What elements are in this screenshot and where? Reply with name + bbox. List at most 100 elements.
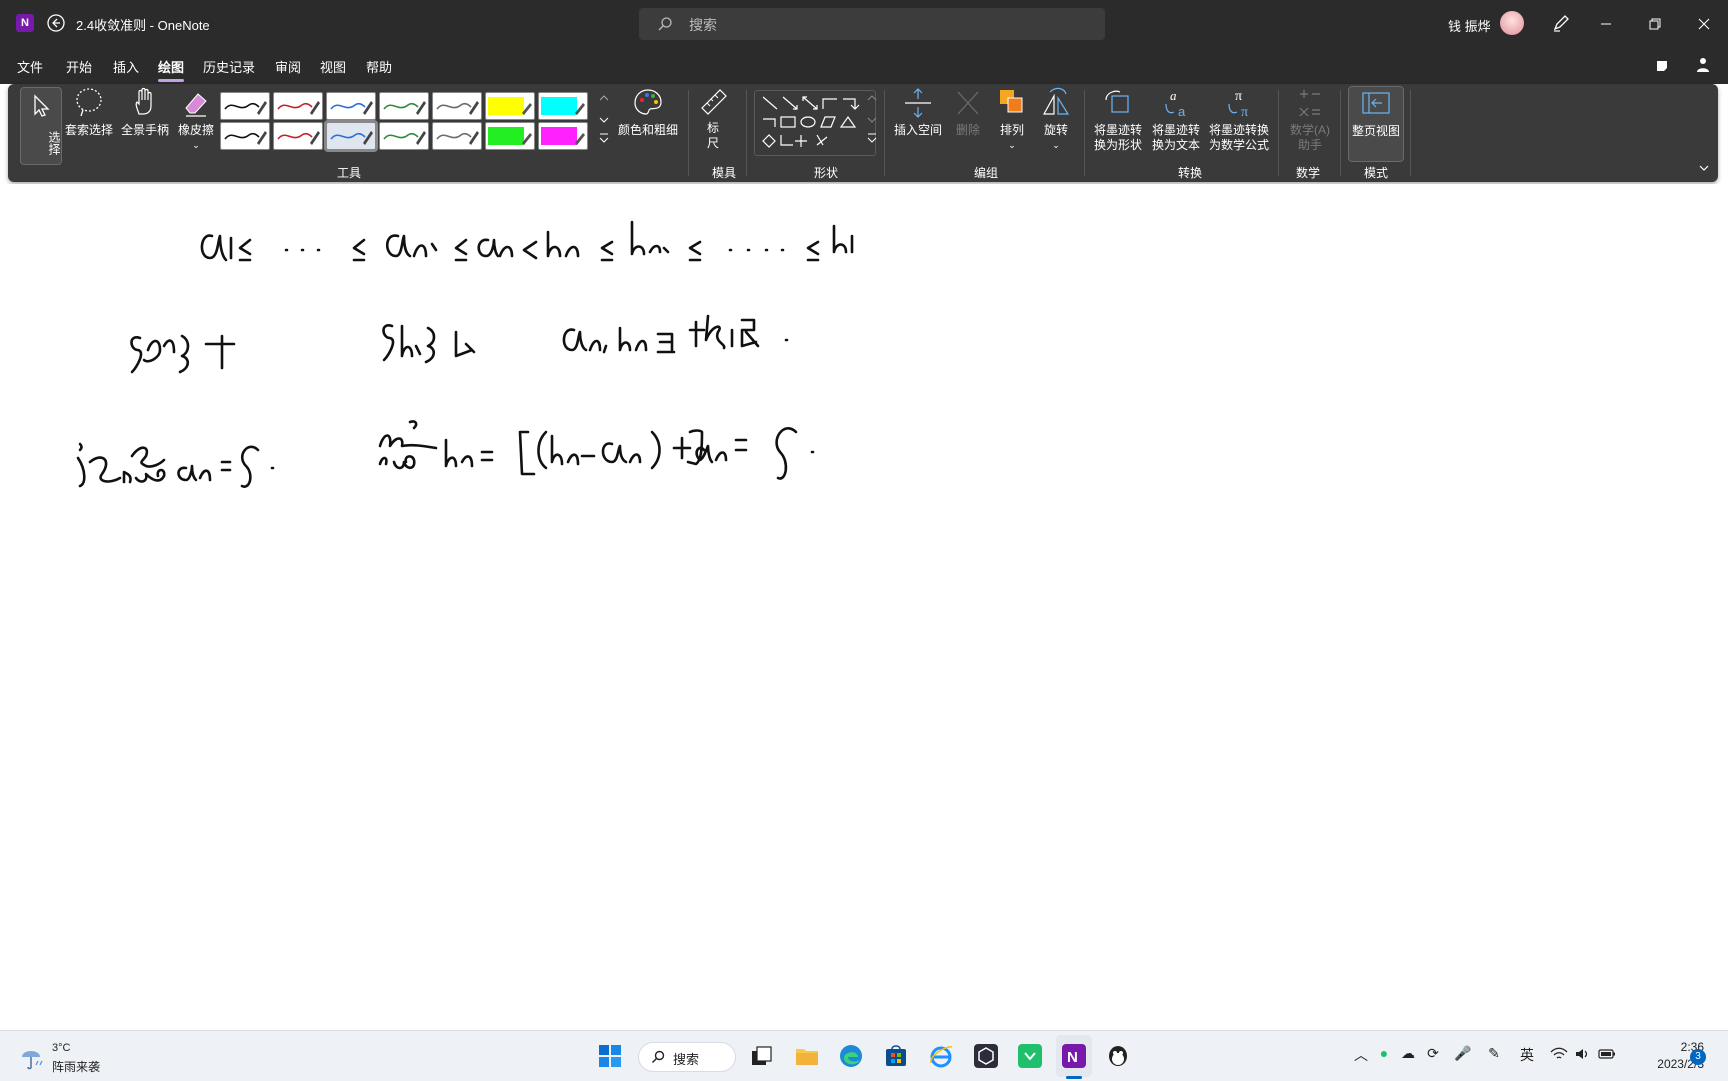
ink-stroke	[382, 324, 395, 362]
show-hidden-icons[interactable]: ︿	[1352, 1045, 1370, 1063]
battery-icon[interactable]	[1598, 1047, 1616, 1061]
search-box[interactable]	[639, 8, 1105, 42]
pen-swatch[interactable]	[485, 92, 535, 120]
microphone-icon[interactable]: 🎤	[1454, 1045, 1472, 1063]
taskbar-search[interactable]: 搜索	[639, 1043, 735, 1071]
ink-stroke	[480, 450, 494, 462]
menu-history[interactable]: 历史记录	[203, 57, 255, 76]
rotate-dropdown-icon[interactable]: ⌄	[1038, 138, 1074, 153]
ink-stroke	[656, 332, 676, 354]
chat-app-icon[interactable]	[1017, 1043, 1043, 1069]
restore-button[interactable]	[1631, 0, 1679, 48]
arrange-button[interactable]: 排列 ⌄	[994, 86, 1030, 153]
onenote-taskbar-icon[interactable]: N	[1061, 1043, 1087, 1069]
file-explorer-icon[interactable]	[794, 1043, 820, 1069]
pen-swatch[interactable]	[220, 92, 270, 120]
select-button[interactable]: 选择	[20, 87, 62, 165]
ink-to-math-icon: π π	[1228, 89, 1248, 120]
wifi-icon[interactable]	[1550, 1046, 1568, 1062]
wechat-tray-icon[interactable]: ●	[1375, 1045, 1393, 1063]
group-mode-label: 模式	[1364, 166, 1389, 180]
menu-file[interactable]: 文件	[17, 57, 43, 76]
weather-rain-icon[interactable]	[18, 1043, 46, 1071]
menu-help[interactable]: 帮助	[366, 57, 392, 76]
shapes-gallery-scroll[interactable]	[865, 90, 879, 150]
arrange-dropdown-icon[interactable]: ⌄	[994, 138, 1030, 153]
ink-stroke	[454, 330, 476, 358]
pen-gallery-scroll[interactable]	[597, 90, 611, 150]
ie-browser-icon[interactable]	[928, 1043, 954, 1069]
pen-swatch[interactable]	[273, 122, 323, 150]
menu-review[interactable]: 审阅	[275, 57, 301, 76]
ink-stroke	[424, 326, 436, 364]
menu-draw[interactable]: 绘图	[158, 57, 185, 82]
ruler-label: 标尺	[706, 121, 719, 150]
ink-stroke	[412, 242, 438, 258]
back-icon[interactable]	[46, 13, 66, 33]
volume-icon[interactable]	[1574, 1046, 1590, 1062]
qq-app-icon[interactable]	[1105, 1043, 1131, 1069]
pen-swatch[interactable]	[432, 122, 482, 150]
share-icon[interactable]	[1694, 56, 1712, 74]
unity-app-icon[interactable]	[973, 1043, 999, 1069]
ink-stroke	[220, 460, 232, 472]
insert-space-button[interactable]: 插入空间	[892, 86, 944, 138]
pen-swatch[interactable]	[379, 92, 429, 120]
menu-view[interactable]: 视图	[320, 57, 346, 76]
ink-to-shape-button[interactable]: 将墨迹转换为形状	[1092, 86, 1144, 153]
delete-button[interactable]: 删除	[952, 86, 984, 138]
pen-swatch[interactable]	[538, 92, 588, 120]
svg-text:π: π	[1235, 89, 1242, 104]
eraser-button[interactable]: 橡皮擦 ⌄	[174, 86, 218, 153]
ink-to-math-button[interactable]: π π 将墨迹转换为数学公式	[1206, 86, 1272, 153]
user-name[interactable]: 钱 振烨	[1448, 16, 1491, 35]
ink-to-text-button[interactable]: a a 将墨迹转换为文本	[1150, 86, 1202, 153]
pen-swatch[interactable]	[326, 92, 376, 120]
sync-icon[interactable]: ⟳	[1424, 1045, 1442, 1063]
shapes-gallery[interactable]	[754, 90, 876, 156]
full-page-view-button[interactable]: 整页视图	[1348, 86, 1404, 162]
avatar[interactable]	[1500, 11, 1524, 35]
menu-insert[interactable]: 插入	[113, 57, 139, 76]
menu-home[interactable]: 开始	[66, 57, 92, 76]
task-view-icon[interactable]	[748, 1043, 774, 1069]
insert-space-icon	[905, 88, 931, 118]
pan-button[interactable]: 全景手柄	[120, 86, 170, 138]
cloud-icon[interactable]: ☁	[1399, 1045, 1417, 1063]
pen-swatch[interactable]	[273, 92, 323, 120]
notification-badge[interactable]: 3	[1690, 1049, 1706, 1065]
minimize-button[interactable]	[1582, 0, 1630, 48]
title-bar: N 2.4收敛准则 - OneNote 钱 振烨	[0, 0, 1728, 48]
collapse-ribbon-icon[interactable]	[1698, 162, 1710, 174]
ink-stroke	[130, 336, 143, 374]
ruler-button[interactable]: 标尺	[698, 86, 728, 151]
pen-swatch[interactable]	[485, 122, 535, 150]
active-indicator	[1066, 1076, 1082, 1079]
ink-stroke	[600, 240, 614, 262]
store-icon[interactable]	[883, 1043, 909, 1069]
color-thickness-button[interactable]: 颜色和粗细	[614, 86, 682, 138]
pen-swatch[interactable]	[324, 120, 378, 152]
start-windows-icon[interactable]	[597, 1043, 623, 1069]
math-assistant-button[interactable]: 数学(A)助手	[1286, 86, 1334, 153]
close-button[interactable]	[1680, 0, 1728, 48]
hand-icon	[135, 87, 152, 115]
pen-tray-icon[interactable]: ✎	[1485, 1045, 1503, 1063]
pen-swatch[interactable]	[538, 122, 588, 150]
rotate-button[interactable]: 旋转 ⌄	[1038, 86, 1074, 153]
ink-stroke	[688, 314, 726, 350]
eraser-dropdown-icon[interactable]: ⌄	[174, 138, 218, 153]
ink-stroke	[177, 464, 212, 482]
pen-swatch[interactable]	[432, 92, 482, 120]
ink-stroke	[806, 240, 820, 262]
pen-swatch[interactable]	[220, 122, 270, 150]
pen-mode-icon[interactable]	[1550, 12, 1572, 34]
search-input[interactable]	[687, 8, 1091, 42]
lasso-select-button[interactable]: 套索选择	[64, 86, 114, 138]
svg-text:N: N	[1067, 1049, 1078, 1066]
page-canvas[interactable]	[0, 184, 1728, 1030]
notes-icon[interactable]	[1654, 58, 1670, 74]
edge-browser-icon[interactable]	[838, 1043, 864, 1069]
pen-swatch[interactable]	[379, 122, 429, 150]
input-method-indicator[interactable]: 英	[1518, 1045, 1536, 1063]
